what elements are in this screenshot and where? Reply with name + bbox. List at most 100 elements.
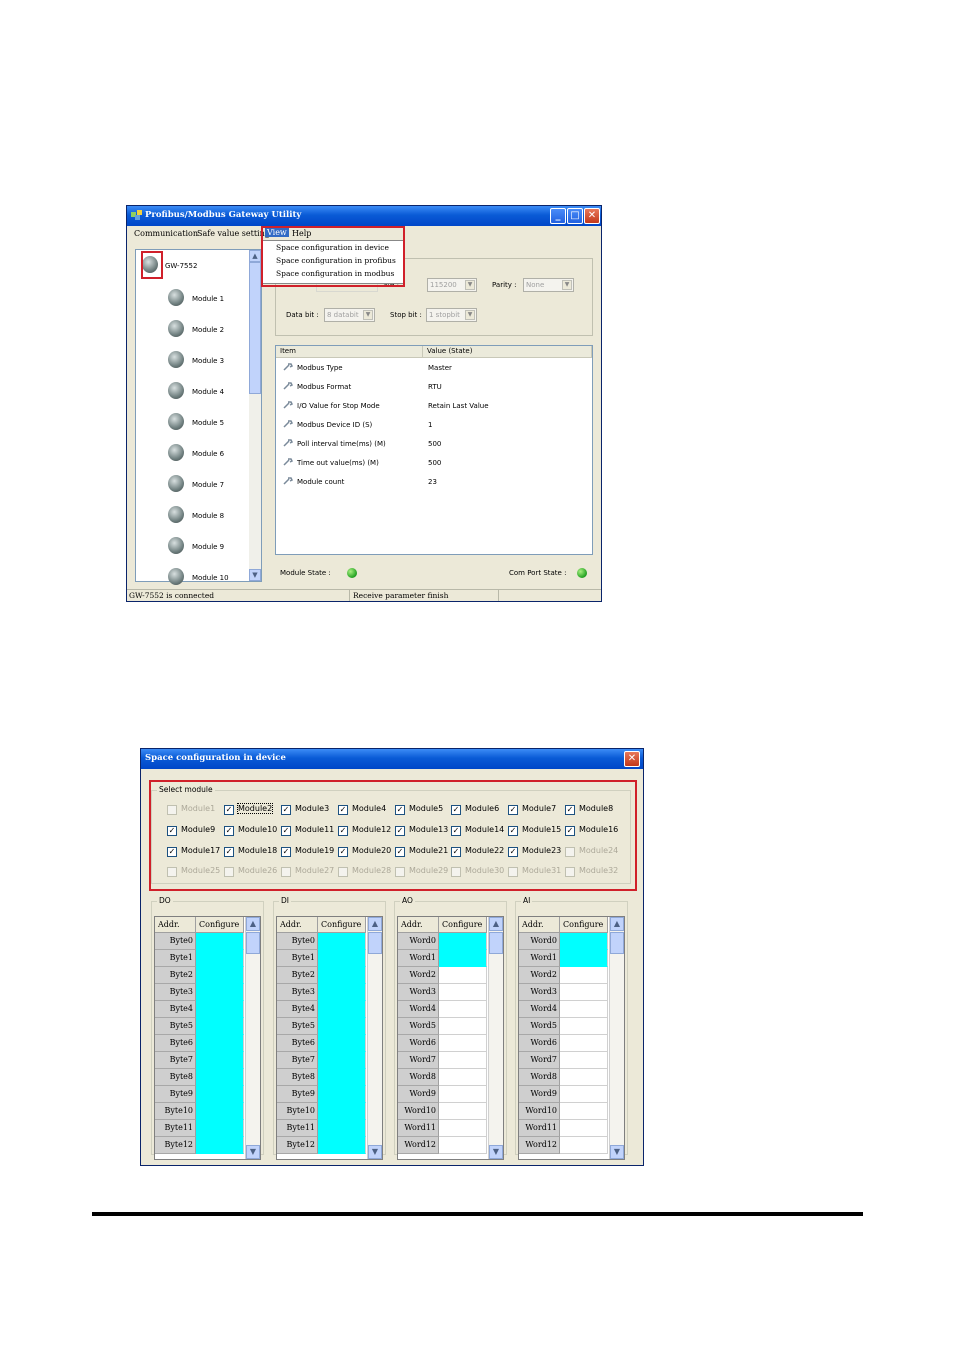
- ao-grid[interactable]: Addr. Configure Word0 Word1 Word2 Word3 Word4 W…: [397, 916, 504, 1160]
- scroll-thumb[interactable]: [249, 262, 261, 394]
- grid-configure-cell[interactable]: [196, 1018, 244, 1035]
- scroll-up-icon[interactable]: ▲: [246, 917, 260, 931]
- grid-configure-cell[interactable]: [318, 1120, 366, 1137]
- grid-configure-cell[interactable]: [196, 1069, 244, 1086]
- menu-communication[interactable]: Communication: [134, 229, 198, 238]
- grid-configure-cell[interactable]: [196, 967, 244, 984]
- parity-select[interactable]: None ▼: [523, 278, 574, 292]
- scroll-up-icon[interactable]: ▲: [489, 917, 503, 931]
- grid-configure-cell[interactable]: [318, 950, 366, 967]
- scroll-thumb[interactable]: [610, 932, 624, 954]
- grid-configure-cell[interactable]: [196, 1086, 244, 1103]
- list-item[interactable]: Module count 23: [276, 474, 592, 493]
- grid-configure-cell[interactable]: [196, 950, 244, 967]
- grid-configure-cell[interactable]: [560, 967, 608, 984]
- list-item[interactable]: Modbus Type Master: [276, 360, 592, 379]
- grid-scrollbar[interactable]: ▲ ▼: [488, 917, 503, 1159]
- grid-configure-cell[interactable]: [196, 1137, 244, 1154]
- grid-configure-cell[interactable]: [560, 1018, 608, 1035]
- grid-configure-cell[interactable]: [560, 1035, 608, 1052]
- dropdown-arrow-icon[interactable]: ▼: [465, 310, 475, 320]
- grid-configure-cell[interactable]: [318, 1103, 366, 1120]
- grid-configure-cell[interactable]: [439, 1103, 487, 1120]
- grid-configure-cell[interactable]: [318, 1035, 366, 1052]
- scroll-down-icon[interactable]: ▼: [368, 1145, 382, 1159]
- grid-configure-cell[interactable]: [318, 933, 366, 950]
- grid-configure-cell[interactable]: [560, 1069, 608, 1086]
- menu-safe-value-setting[interactable]: Safe value setting: [197, 229, 270, 238]
- grid-configure-cell[interactable]: [439, 1001, 487, 1018]
- grid-configure-cell[interactable]: [560, 1001, 608, 1018]
- maximize-icon[interactable]: □: [567, 208, 583, 224]
- grid-configure-cell[interactable]: [196, 1103, 244, 1120]
- dropdown-arrow-icon[interactable]: ▼: [363, 310, 373, 320]
- parameter-list[interactable]: Item Value (State) Modbus Type Master Mod…: [275, 345, 593, 555]
- grid-configure-cell[interactable]: [439, 950, 487, 967]
- grid-configure-cell[interactable]: [439, 933, 487, 950]
- module-tree[interactable]: GW-7552 Module 1 Module 2 Module 3 Modul…: [135, 249, 262, 585]
- scroll-thumb[interactable]: [368, 932, 382, 954]
- grid-configure-cell[interactable]: [560, 1103, 608, 1120]
- do-grid[interactable]: Addr. Configure Byte0 Byte1 Byte2 Byte3 Byte4 B…: [154, 916, 261, 1160]
- grid-scrollbar[interactable]: ▲ ▼: [367, 917, 382, 1159]
- grid-configure-cell[interactable]: [560, 1120, 608, 1137]
- list-item[interactable]: Time out value(ms) (M) 500: [276, 455, 592, 474]
- grid-configure-cell[interactable]: [318, 1052, 366, 1069]
- grid-configure-cell[interactable]: [439, 1035, 487, 1052]
- column-header-value[interactable]: Value (State): [423, 346, 592, 358]
- grid-configure-cell[interactable]: [560, 984, 608, 1001]
- close-icon[interactable]: ✕: [584, 208, 600, 224]
- scroll-down-icon[interactable]: ▼: [246, 1145, 260, 1159]
- grid-configure-cell[interactable]: [439, 1052, 487, 1069]
- scroll-up-icon[interactable]: ▲: [610, 917, 624, 931]
- grid-configure-cell[interactable]: [196, 1120, 244, 1137]
- grid-configure-cell[interactable]: [196, 984, 244, 1001]
- grid-configure-cell[interactable]: [196, 1001, 244, 1018]
- grid-configure-cell[interactable]: [560, 933, 608, 950]
- di-grid[interactable]: Addr. Configure Byte0 Byte1 Byte2 Byte3 Byte4 B…: [276, 916, 383, 1160]
- grid-configure-cell[interactable]: [439, 984, 487, 1001]
- grid-configure-cell[interactable]: [439, 1137, 487, 1154]
- scroll-down-icon[interactable]: ▼: [610, 1145, 624, 1159]
- grid-configure-cell[interactable]: [560, 1086, 608, 1103]
- column-header-item[interactable]: Item: [276, 346, 423, 358]
- scroll-down-icon[interactable]: ▼: [489, 1145, 503, 1159]
- scroll-down-icon[interactable]: ▼: [249, 569, 261, 581]
- databit-select[interactable]: 8 databit ▼: [324, 308, 375, 322]
- list-item[interactable]: Poll interval time(ms) (M) 500: [276, 436, 592, 455]
- baudrate-select[interactable]: 115200 ▼: [427, 278, 477, 292]
- grid-configure-cell[interactable]: [318, 984, 366, 1001]
- grid-configure-cell[interactable]: [560, 1052, 608, 1069]
- grid-scrollbar[interactable]: ▲ ▼: [245, 917, 260, 1159]
- list-item[interactable]: I/O Value for Stop Mode Retain Last Value: [276, 398, 592, 417]
- tree-scrollbar[interactable]: ▲ ▼: [249, 250, 261, 581]
- dropdown-arrow-icon[interactable]: ▼: [465, 280, 475, 290]
- grid-configure-cell[interactable]: [318, 1086, 366, 1103]
- scroll-up-icon[interactable]: ▲: [249, 250, 261, 262]
- grid-configure-cell[interactable]: [318, 967, 366, 984]
- grid-configure-cell[interactable]: [318, 1137, 366, 1154]
- grid-configure-cell[interactable]: [439, 1018, 487, 1035]
- title-bar[interactable]: Space configuration in device ✕: [141, 749, 643, 769]
- grid-scrollbar[interactable]: ▲ ▼: [609, 917, 624, 1159]
- grid-configure-cell[interactable]: [439, 1120, 487, 1137]
- grid-configure-cell[interactable]: [560, 950, 608, 967]
- stopbit-select[interactable]: 1 stopbit ▼: [426, 308, 477, 322]
- grid-configure-cell[interactable]: [560, 1137, 608, 1154]
- list-item[interactable]: Modbus Format RTU: [276, 379, 592, 398]
- minimize-icon[interactable]: _: [550, 208, 566, 224]
- grid-configure-cell[interactable]: [318, 1001, 366, 1018]
- dropdown-arrow-icon[interactable]: ▼: [562, 280, 572, 290]
- grid-configure-cell[interactable]: [318, 1018, 366, 1035]
- scroll-thumb[interactable]: [246, 932, 260, 954]
- grid-configure-cell[interactable]: [196, 933, 244, 950]
- list-item[interactable]: Modbus Device ID (S) 1: [276, 417, 592, 436]
- grid-configure-cell[interactable]: [196, 1035, 244, 1052]
- scroll-up-icon[interactable]: ▲: [368, 917, 382, 931]
- grid-configure-cell[interactable]: [439, 967, 487, 984]
- title-bar[interactable]: Profibus/Modbus Gateway Utility _ □ ✕: [127, 206, 601, 226]
- grid-configure-cell[interactable]: [439, 1086, 487, 1103]
- grid-configure-cell[interactable]: [196, 1052, 244, 1069]
- close-icon[interactable]: ✕: [624, 751, 640, 767]
- ai-grid[interactable]: Addr. Configure Word0 Word1 Word2 Word3 Word4 W…: [518, 916, 625, 1160]
